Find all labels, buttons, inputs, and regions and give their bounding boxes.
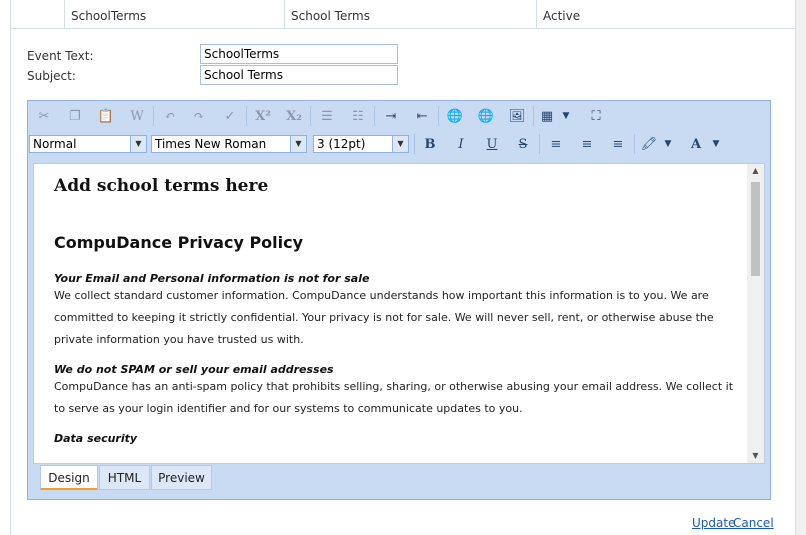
cut-icon[interactable]: ✂ <box>32 104 56 128</box>
toolbar-separator <box>438 106 439 126</box>
insert-table-icon[interactable]: ▦ <box>535 104 559 128</box>
subject-field[interactable]: School Terms <box>200 65 398 85</box>
tab-preview[interactable]: Preview <box>151 465 212 490</box>
highlight-color-icon[interactable]: 🖍 <box>637 132 661 156</box>
chevron-down-icon: ▼ <box>290 136 306 152</box>
scroll-down-icon[interactable]: ▼ <box>747 449 764 463</box>
policy-title: CompuDance Privacy Policy <box>54 233 304 252</box>
strikethrough-button[interactable]: S <box>511 132 535 156</box>
scrollbar-thumb[interactable] <box>751 182 760 276</box>
font-name-value: Times New Roman <box>155 137 267 151</box>
event-text-field[interactable]: SchoolTerms <box>200 44 398 64</box>
paragraph-style-select[interactable]: Normal ▼ <box>29 135 147 153</box>
insert-link-icon[interactable]: 🌐 <box>443 104 467 128</box>
toolbar-separator <box>414 134 415 154</box>
underline-button[interactable]: U <box>480 132 504 156</box>
numbered-list-icon[interactable]: ☰ <box>315 104 339 128</box>
event-text-label: Event Text: <box>27 49 94 63</box>
editor-content-area[interactable]: Add school terms here CompuDance Privacy… <box>33 163 765 464</box>
align-left-icon[interactable]: ≡ <box>544 132 568 156</box>
section-title: Your Email and Personal information is n… <box>54 272 370 285</box>
undo-icon[interactable]: ↶ <box>158 104 182 128</box>
section-title: We do not SPAM or sell your email addres… <box>54 363 334 376</box>
toolbar-separator <box>634 134 635 154</box>
toolbar-separator <box>153 106 154 126</box>
toolbar-row-1: ✂ ❐ 📋 W ↶ ↷ ✓ X² X₂ ☰ ☷ ⇥ ⇤ 🌐 🌐 🖼 ▦ ▼ ⛶ <box>29 102 609 129</box>
tab-design[interactable]: Design <box>40 465 98 490</box>
table-dropdown-chevron-icon[interactable]: ▼ <box>559 104 573 128</box>
outdent-icon[interactable]: ⇤ <box>410 104 434 128</box>
grid-row[interactable]: SchoolTerms School Terms Active <box>10 0 796 29</box>
font-name-select[interactable]: Times New Roman ▼ <box>151 135 307 153</box>
rich-text-editor: ✂ ❐ 📋 W ↶ ↷ ✓ X² X₂ ☰ ☷ ⇥ ⇤ 🌐 🌐 🖼 ▦ ▼ ⛶ … <box>27 100 771 500</box>
editor-scrollbar[interactable]: ▲ ▼ <box>747 164 764 463</box>
font-color-button[interactable]: A <box>684 132 708 156</box>
subject-label: Subject: <box>27 69 76 83</box>
italic-button[interactable]: I <box>449 132 473 156</box>
fullscreen-icon[interactable]: ⛶ <box>584 104 608 128</box>
content-heading: Add school terms here <box>54 176 269 196</box>
toolbar-separator <box>246 106 247 126</box>
font-size-value: 3 (12pt) <box>317 137 366 151</box>
toolbar-separator <box>374 106 375 126</box>
indent-icon[interactable]: ⇥ <box>379 104 403 128</box>
bulleted-list-icon[interactable]: ☷ <box>346 104 370 128</box>
spellcheck-icon[interactable]: ✓ <box>218 104 242 128</box>
paragraph-line: We collect standard customer information… <box>54 289 709 302</box>
paragraph-line: private information you have trusted us … <box>54 333 304 346</box>
align-right-icon[interactable]: ≡ <box>606 132 630 156</box>
superscript-icon[interactable]: X² <box>251 104 275 128</box>
paragraph-line: committed to keeping it strictly confide… <box>54 311 714 324</box>
paragraph-line: CompuDance has an anti-spam policy that … <box>54 380 734 393</box>
section-title: Data security <box>54 432 138 445</box>
toolbar-separator <box>533 106 534 126</box>
page-scrollbar[interactable] <box>795 0 806 535</box>
paste-from-word-icon[interactable]: W <box>125 104 149 128</box>
align-center-icon[interactable]: ≡ <box>575 132 599 156</box>
paste-icon[interactable]: 📋 <box>94 104 118 128</box>
tab-html[interactable]: HTML <box>99 465 150 490</box>
bold-button[interactable]: B <box>418 132 442 156</box>
paragraph-line: to serve as your login identifier and fo… <box>54 402 523 415</box>
insert-image-icon[interactable]: 🖼 <box>505 104 529 128</box>
chevron-down-icon[interactable]: ▼ <box>661 132 675 156</box>
grid-cell-status: Active <box>543 9 581 23</box>
chevron-down-icon[interactable]: ▼ <box>709 132 723 156</box>
cancel-link[interactable]: Cancel <box>733 516 774 530</box>
toolbar-row-2: Normal ▼ Times New Roman ▼ 3 (12pt) ▼ B … <box>29 130 769 158</box>
grid-cell-name: SchoolTerms <box>65 0 285 28</box>
scroll-up-icon[interactable]: ▲ <box>747 164 764 178</box>
update-link[interactable]: Update <box>692 516 735 530</box>
toolbar-separator <box>310 106 311 126</box>
subscript-icon[interactable]: X₂ <box>282 104 306 128</box>
grid-cell-select <box>11 0 65 28</box>
grid-cell-subject: School Terms <box>285 0 537 28</box>
font-size-select[interactable]: 3 (12pt) ▼ <box>313 135 409 153</box>
chevron-down-icon: ▼ <box>392 136 408 152</box>
remove-link-icon[interactable]: 🌐 <box>474 104 498 128</box>
copy-icon[interactable]: ❐ <box>63 104 87 128</box>
paragraph-style-value: Normal <box>33 137 77 151</box>
redo-icon[interactable]: ↷ <box>187 104 211 128</box>
chevron-down-icon: ▼ <box>130 136 146 152</box>
toolbar-separator <box>539 134 540 154</box>
